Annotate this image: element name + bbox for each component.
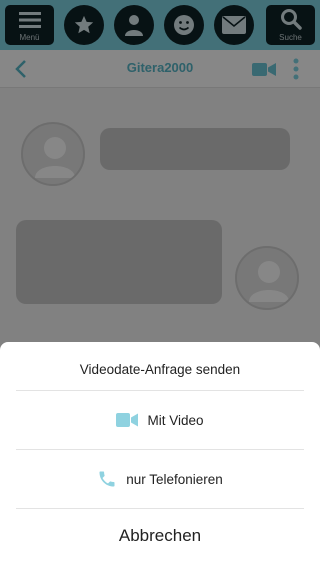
cancel-label: Abbrechen [118,526,202,545]
video-camera-icon [116,413,139,427]
with-video-label: Mit Video [147,412,204,428]
phone-only-option[interactable]: nur Telefonieren [16,450,304,508]
cancel-button[interactable]: Abbrechen [16,510,304,562]
divider [16,508,304,509]
sheet-title: Videodate-Anfrage senden [79,362,241,377]
phone-icon [99,471,115,487]
video-date-action-sheet: Videodate-Anfrage senden Mit Video nur T… [0,342,320,568]
phone-only-label: nur Telefonieren [126,471,223,487]
with-video-option[interactable]: Mit Video [16,391,304,449]
